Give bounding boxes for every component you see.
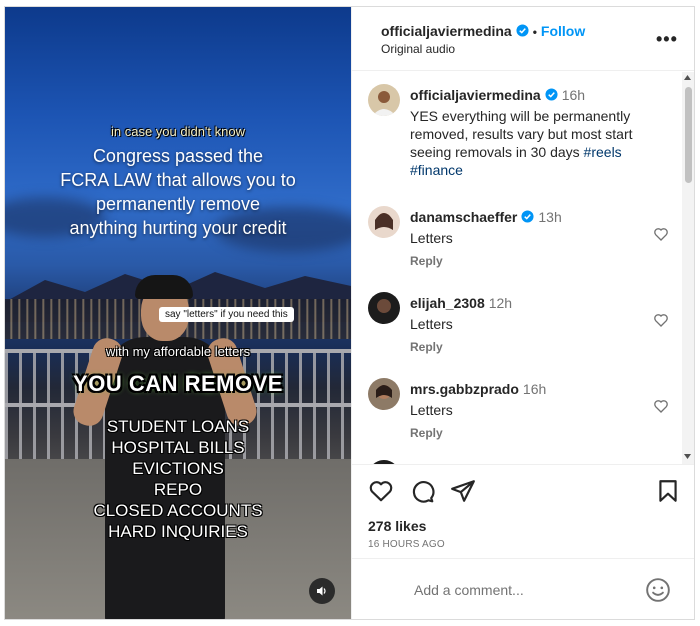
- comment-item: elijah_2308 12h Letters Reply: [368, 292, 678, 362]
- like-comment-heart-icon[interactable]: [653, 398, 669, 414]
- header-user-line: officialjaviermedina • Follow: [381, 23, 585, 39]
- overlay-heading: Congress passed the FCRA LAW that allows…: [5, 144, 351, 240]
- post-side-panel: officialjaviermedina • Follow Original aud…: [351, 7, 694, 619]
- post-window: in case you didn't know Congress passed …: [4, 6, 695, 620]
- emoji-icon[interactable]: [645, 577, 671, 603]
- bookmark-icon[interactable]: [655, 478, 681, 504]
- verified-badge-icon: [521, 210, 534, 223]
- comment-icon[interactable]: [409, 478, 435, 504]
- scroll-down-arrow-icon[interactable]: [684, 454, 691, 460]
- likes-count[interactable]: 278 likes: [368, 518, 426, 534]
- comment-username[interactable]: elijah_2308: [410, 295, 485, 311]
- scrollbar-thumb[interactable]: [685, 87, 692, 183]
- comment-text: Letters: [410, 402, 453, 418]
- overlay-list: STUDENT LOANS HOSPITAL BILLS EVICTIONS R…: [5, 416, 351, 542]
- caption-text: YES everything will be permanently remov…: [410, 107, 660, 179]
- follow-button[interactable]: Follow: [541, 23, 585, 39]
- separator-dot: •: [532, 25, 537, 39]
- overlay-list-item: STUDENT LOANS: [106, 417, 250, 436]
- overlay-list-item: REPO: [153, 480, 203, 499]
- hashtag-link[interactable]: #finance: [410, 162, 463, 178]
- header-username[interactable]: officialjaviermedina: [381, 23, 512, 39]
- overlay-list-item: HOSPITAL BILLS: [111, 438, 245, 457]
- avatar[interactable]: [368, 84, 400, 116]
- hashtag-link[interactable]: #reels: [584, 144, 622, 160]
- add-comment-bar: [352, 558, 694, 619]
- post-header: officialjaviermedina • Follow Original aud…: [352, 7, 694, 71]
- overlay-heading-line: anything hurting your credit: [69, 218, 287, 238]
- comment-text: Letters: [410, 230, 453, 246]
- caption-body: officialjaviermedina 16h YES everything w…: [410, 86, 660, 179]
- comment-item: danamschaeffer 13h Letters Reply: [368, 206, 678, 276]
- avatar[interactable]: [368, 378, 400, 410]
- comment-item: mrs.gabbzprado 16h Letters Reply: [368, 378, 678, 448]
- verified-badge-icon: [545, 88, 558, 101]
- overlay-list-item: CLOSED ACCOUNTS: [93, 501, 263, 520]
- reply-button[interactable]: Reply: [410, 254, 443, 268]
- comment-body: mrs.gabbzprado 16h Letters: [410, 380, 660, 419]
- overlay-mid-text: with my affordable letters: [105, 344, 251, 359]
- comment-username[interactable]: mrs.gabbzprado: [410, 381, 519, 397]
- share-icon[interactable]: [450, 478, 476, 504]
- overlay-small-text: in case you didn't know: [110, 124, 245, 139]
- overlay-heading-line: Congress passed the: [92, 146, 264, 166]
- add-comment-input[interactable]: [414, 579, 634, 601]
- comment-time: 12h: [488, 295, 513, 311]
- comments-list[interactable]: officialjaviermedina 16h YES everything w…: [352, 72, 694, 464]
- post-actions: 278 likes 16 HOURS AGO: [352, 464, 694, 558]
- avatar[interactable]: [368, 292, 400, 324]
- overlay-list-item: EVICTIONS: [132, 459, 224, 478]
- cap: [135, 275, 193, 299]
- original-audio-link[interactable]: Original audio: [381, 42, 455, 56]
- comment-username[interactable]: danamschaeffer: [410, 209, 517, 225]
- comment-body: elijah_2308 12h Letters: [410, 294, 660, 333]
- comment-time: 13h: [538, 209, 562, 225]
- avatar[interactable]: [368, 206, 400, 238]
- comment-time: 16h: [522, 381, 547, 397]
- caption-time: 16h: [561, 87, 586, 103]
- audio-toggle-button[interactable]: [309, 578, 335, 604]
- verified-badge-icon: [516, 24, 529, 37]
- overlay-list-item: HARD INQUIRIES: [108, 522, 248, 541]
- comment-text: Letters: [410, 316, 453, 332]
- speaker-icon: [317, 586, 326, 596]
- heart-icon[interactable]: [368, 478, 394, 504]
- overlay-heading-line: FCRA LAW that allows you to: [60, 170, 296, 190]
- scroll-up-arrow-icon[interactable]: [684, 75, 691, 81]
- overlay-heading-line: permanently remove: [95, 194, 261, 214]
- reply-button[interactable]: Reply: [410, 340, 443, 354]
- like-comment-heart-icon[interactable]: [653, 226, 669, 242]
- post-timestamp: 16 HOURS AGO: [368, 539, 445, 550]
- more-options-icon[interactable]: •••: [656, 29, 678, 50]
- like-comment-heart-icon[interactable]: [653, 312, 669, 328]
- post-caption: officialjaviermedina 16h YES everything w…: [368, 84, 678, 184]
- caption-box: say "letters" if you need this: [159, 307, 294, 322]
- comment-body: danamschaeffer 13h Letters: [410, 208, 660, 247]
- reply-button[interactable]: Reply: [410, 426, 443, 440]
- overlay-big-text: YOU CAN REMOVE: [73, 371, 283, 396]
- caption-username[interactable]: officialjaviermedina: [410, 87, 541, 103]
- reel-video[interactable]: in case you didn't know Congress passed …: [5, 7, 351, 619]
